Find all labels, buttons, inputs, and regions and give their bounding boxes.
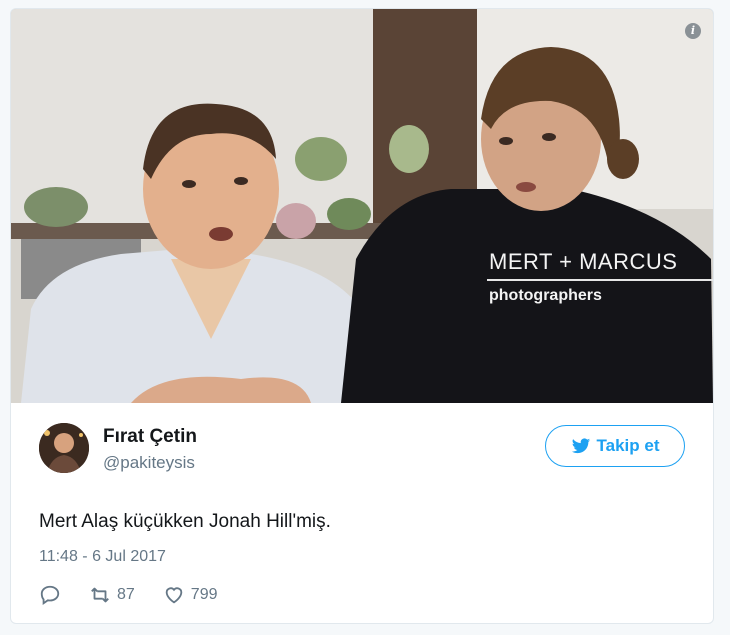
like-count: 799 xyxy=(190,586,218,603)
display-name[interactable]: Fırat Çetin xyxy=(103,426,197,448)
tweet-timestamp[interactable]: 11:48 - 6 Jul 2017 xyxy=(39,548,166,566)
reply-icon xyxy=(40,585,60,606)
caption-names: MERT + MARCUS xyxy=(487,249,713,281)
user-handle[interactable]: @pakiteysis xyxy=(103,453,195,473)
embedded-tweet-card: MERT + MARCUS photographers i Fırat Çeti… xyxy=(10,8,714,624)
heart-icon xyxy=(165,587,183,604)
retweet-button[interactable]: 87 xyxy=(89,584,135,606)
tweet-media-photo[interactable]: MERT + MARCUS photographers i xyxy=(11,9,713,403)
follow-button-label: Takip et xyxy=(596,436,660,455)
video-caption-overlay: MERT + MARCUS photographers xyxy=(487,249,713,305)
tweet-actions: 87 799 xyxy=(39,583,246,607)
twitter-bird-icon xyxy=(571,438,590,454)
avatar-image xyxy=(39,423,89,473)
tweet-text: Mert Alaş küçükken Jonah Hill'miş. xyxy=(39,511,331,532)
reply-button[interactable] xyxy=(39,584,61,606)
info-icon[interactable]: i xyxy=(685,23,701,39)
tweet-body: Fırat Çetin @pakiteysis Takip et Mert Al… xyxy=(11,403,713,623)
retweet-icon xyxy=(91,587,109,603)
caption-role: photographers xyxy=(489,287,602,304)
avatar[interactable] xyxy=(39,423,89,473)
photo-illustration xyxy=(11,9,713,403)
retweet-count: 87 xyxy=(117,586,135,603)
follow-button[interactable]: Takip et xyxy=(545,425,685,467)
like-button[interactable]: 799 xyxy=(163,584,218,606)
